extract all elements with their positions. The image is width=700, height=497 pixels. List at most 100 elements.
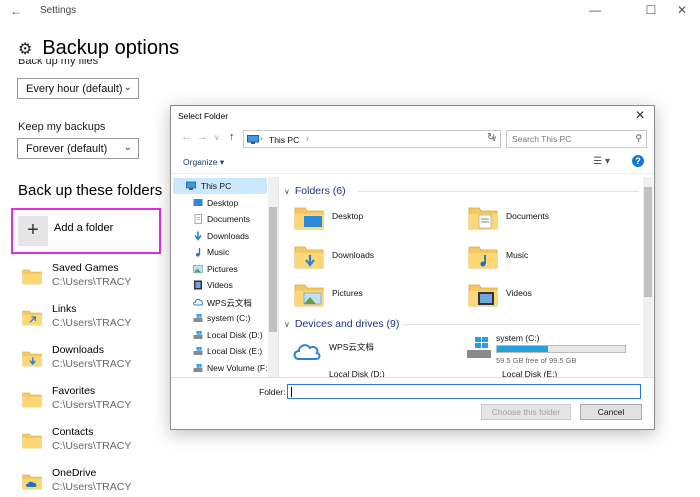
folder-icon	[22, 349, 42, 367]
nav-item[interactable]: Downloads	[173, 228, 267, 244]
videos-folder-icon	[468, 280, 498, 308]
search-placeholder: Search This PC	[512, 134, 572, 144]
drive-tile-wps[interactable]: WPS云文档	[291, 335, 451, 369]
folders-group-header[interactable]: ∨ Folders (6)	[284, 185, 346, 197]
address-bar[interactable]: › This PC › ∨	[243, 130, 501, 148]
scrollbar-thumb[interactable]	[644, 187, 652, 297]
folder-path: C:\Users\TRACY	[52, 399, 132, 411]
folder-path: C:\Users\TRACY	[52, 276, 132, 288]
nav-scrollbar[interactable]	[268, 177, 278, 377]
up-arrow-icon[interactable]: ↑	[229, 131, 235, 143]
nav-item[interactable]: Videos	[173, 277, 267, 293]
view-options-icon[interactable]: ☰ ▾	[593, 156, 610, 167]
folder-field[interactable]	[287, 384, 641, 399]
cancel-button[interactable]: Cancel	[580, 404, 642, 420]
folder-list-item[interactable]: Links C:\Users\TRACY	[20, 303, 170, 341]
nav-item[interactable]: Local Disk (E:)	[173, 343, 267, 359]
folder-list-item[interactable]: Saved Games C:\Users\TRACY	[20, 262, 170, 300]
search-input[interactable]: Search This PC ⚲	[506, 130, 647, 148]
folder-list-item[interactable]: Downloads C:\Users\TRACY	[20, 344, 170, 382]
folder-list-item[interactable]: Contacts C:\Users\TRACY	[20, 426, 170, 464]
nav-item[interactable]: Documents	[173, 211, 267, 227]
folder-icon	[22, 308, 42, 326]
folder-list-item[interactable]: Favorites C:\Users\TRACY	[20, 385, 170, 423]
drive-tile-d[interactable]: Local Disk (D:)	[326, 369, 486, 377]
dialog-title: Select Folder	[178, 111, 229, 121]
divider	[403, 324, 639, 325]
nav-item[interactable]: New Volume (F:)	[173, 360, 270, 376]
drive-icon	[193, 330, 203, 340]
add-folder-button[interactable]: + Add a folder	[11, 208, 161, 254]
close-icon[interactable]: ✕	[635, 108, 645, 122]
drive-usage-bar	[496, 345, 626, 353]
folder-tile-label: Desktop	[332, 211, 364, 221]
computer-icon	[247, 135, 259, 144]
drive-free-space: 59.5 GB free of 99.5 GB	[496, 356, 577, 365]
drive-icon	[193, 346, 203, 356]
gear-icon: ⚙	[18, 40, 33, 58]
nav-item-label: Music	[207, 247, 230, 257]
folder-list-item[interactable]: OneDrive C:\Users\TRACY	[20, 467, 170, 497]
nav-item[interactable]: WPS云文档	[173, 294, 267, 310]
backup-frequency-dropdown[interactable]: Every hour (default) ⌄	[17, 78, 139, 99]
back-arrow-icon[interactable]: ←	[10, 4, 22, 18]
forward-arrow-icon[interactable]: →	[197, 131, 208, 143]
folder-tile-label: Pictures	[332, 288, 363, 298]
nav-item[interactable]: This PC	[173, 178, 267, 194]
drive-tile-system[interactable]: system (C:) 59.5 GB free of 99.5 GB	[465, 331, 640, 365]
backup-frequency-label: Back up my files	[18, 59, 98, 68]
folder-tile[interactable]: Desktop	[294, 201, 454, 235]
devices-group-header[interactable]: ∨ Devices and drives (9)	[284, 318, 399, 330]
back-arrow-icon[interactable]: ←	[181, 131, 192, 143]
nav-item[interactable]: Pictures	[173, 261, 267, 277]
choose-folder-button[interactable]: Choose this folder	[481, 404, 571, 420]
add-folder-label: Add a folder	[54, 222, 114, 234]
maximize-icon[interactable]: ☐	[641, 3, 661, 17]
folder-icon	[22, 431, 42, 449]
nav-item-label: Downloads	[207, 230, 250, 241]
desktop-icon	[193, 198, 203, 208]
folder-tile[interactable]: Pictures	[294, 278, 454, 312]
title-bar: ← Settings — ☐ ✕	[0, 0, 700, 22]
nav-item-label: Local Disk (E:)	[207, 346, 263, 356]
refresh-icon[interactable]: ↻	[487, 132, 495, 143]
keep-backups-dropdown[interactable]: Forever (default) ⌄	[17, 138, 139, 159]
select-folder-dialog: Select Folder ✕ ← → ∨ ↑ › This PC › ∨ ↻ …	[170, 105, 655, 430]
nav-item[interactable]: Music	[173, 244, 267, 260]
collapse-icon: ∨	[284, 320, 290, 329]
breadcrumb[interactable]: This PC	[269, 135, 299, 145]
nav-item-label: system (C:)	[207, 313, 251, 323]
content-scrollbar[interactable]	[643, 177, 653, 377]
close-icon[interactable]: ✕	[672, 3, 692, 17]
folder-icon	[22, 267, 42, 285]
chevron-down-icon: ⌄	[123, 142, 132, 153]
nav-item-label: Pictures	[207, 263, 238, 274]
drive-icon	[193, 313, 203, 323]
nav-item[interactable]: Desktop	[173, 195, 267, 211]
folder-path: C:\Users\TRACY	[52, 481, 132, 493]
folder-tile[interactable]: Documents	[468, 201, 628, 235]
folders-group-label: Folders (6)	[294, 185, 346, 197]
drive-tile-e[interactable]: Local Disk (E:)	[499, 369, 643, 377]
backup-frequency-value: Every hour (default)	[26, 83, 123, 95]
minimize-icon[interactable]: —	[585, 3, 605, 17]
folder-tile[interactable]: Downloads	[294, 240, 454, 274]
nav-item-label: Local Disk (D:)	[207, 329, 263, 340]
folder-tile[interactable]: Music	[468, 240, 628, 274]
folder-tile[interactable]: Videos	[468, 278, 628, 312]
nav-item-label: WPS云文档	[207, 297, 252, 308]
folder-tile-label: Videos	[506, 288, 532, 298]
search-icon: ⚲	[635, 133, 642, 143]
navigation-bar: ← → ∨ ↑ › This PC › ∨ ↻ Search This PC ⚲	[171, 128, 654, 150]
devices-group-label: Devices and drives (9)	[294, 318, 400, 330]
drive-label: system (C:)	[496, 333, 540, 343]
organize-menu[interactable]: Organize ▾	[183, 157, 224, 168]
nav-item[interactable]: Local Disk (D:)	[173, 327, 267, 343]
breadcrumb-separator-icon: ›	[260, 134, 263, 143]
folder-icon	[22, 390, 42, 408]
scrollbar-thumb[interactable]	[269, 207, 277, 332]
organize-label: Organize	[183, 157, 218, 167]
nav-item[interactable]: system (C:)	[173, 310, 267, 326]
recent-dropdown-icon[interactable]: ∨	[214, 133, 220, 142]
help-icon[interactable]: ?	[632, 155, 644, 167]
